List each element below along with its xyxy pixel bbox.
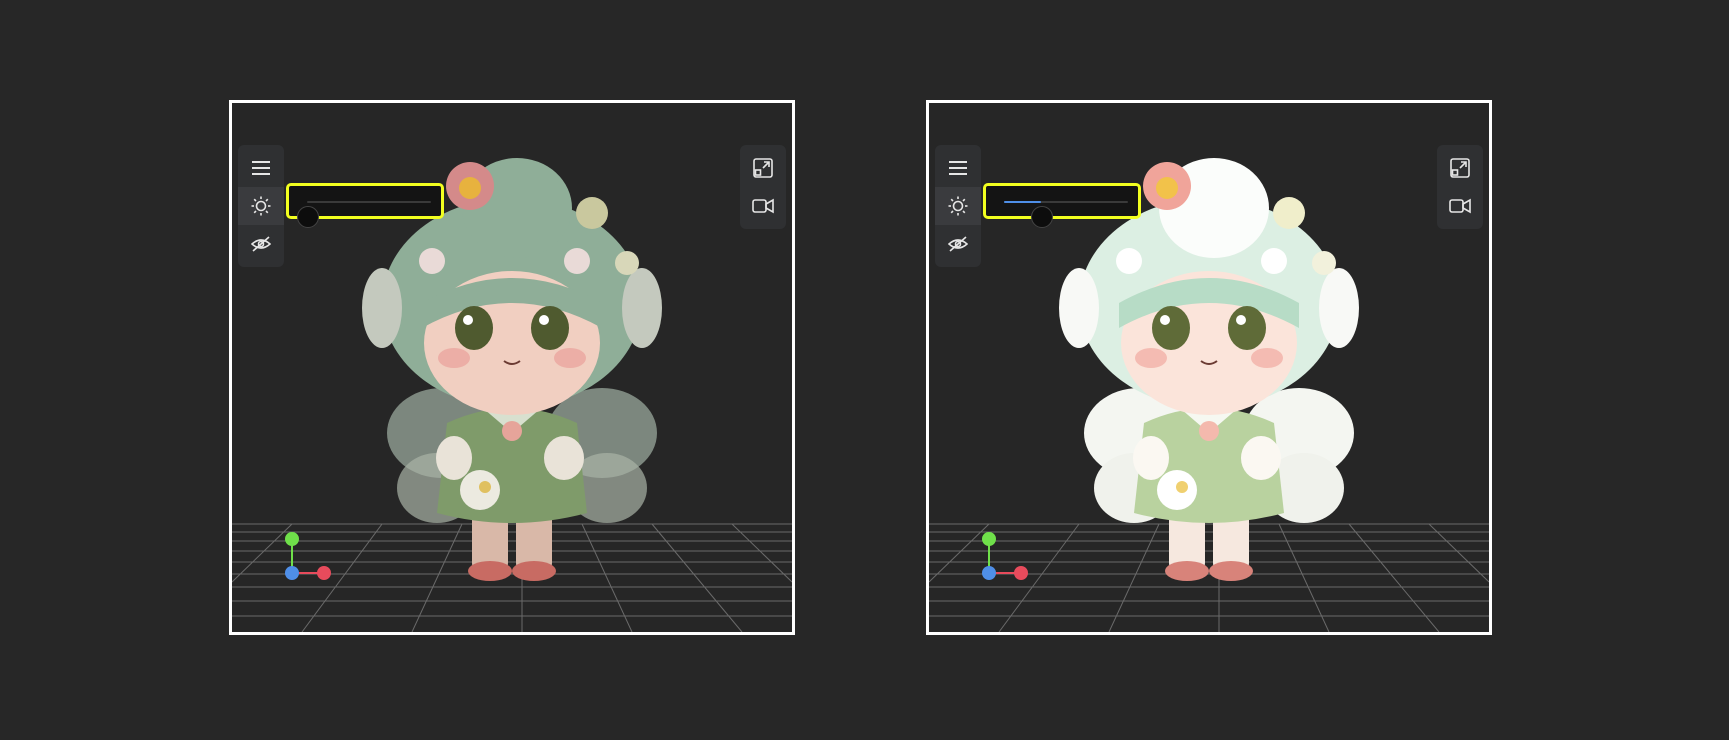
slider-thumb[interactable] (297, 206, 319, 228)
axis-y-handle (285, 532, 299, 546)
axis-x-handle (317, 566, 331, 580)
slider-fill (1004, 201, 1042, 203)
menu-icon (949, 161, 967, 175)
record-button[interactable] (1437, 187, 1483, 225)
record-button[interactable] (740, 187, 786, 225)
slider-track[interactable] (297, 201, 431, 228)
lighting-button[interactable] (238, 187, 284, 225)
lighting-button[interactable] (935, 187, 981, 225)
axis-gizmo (285, 532, 331, 580)
sun-icon (948, 196, 968, 216)
video-camera-icon (1449, 198, 1471, 214)
light-intensity-slider[interactable] (983, 183, 1141, 228)
viewport-right[interactable] (926, 100, 1492, 635)
eye-off-icon (251, 236, 271, 252)
axis-y-handle (982, 532, 996, 546)
slider-track[interactable] (1004, 201, 1128, 228)
axis-gizmo (982, 532, 1028, 580)
right-toolbar (740, 145, 786, 229)
video-camera-icon (752, 198, 774, 214)
left-toolbar (935, 145, 981, 267)
expand-icon (1450, 158, 1470, 178)
sun-icon (251, 196, 271, 216)
axis-x-handle (1014, 566, 1028, 580)
right-toolbar (1437, 145, 1483, 229)
viewport-left[interactable] (229, 100, 795, 635)
eye-off-icon (948, 236, 968, 252)
menu-icon (252, 161, 270, 175)
axis-z-handle (285, 566, 299, 580)
left-toolbar (238, 145, 284, 267)
light-intensity-slider[interactable] (286, 183, 444, 228)
fullscreen-button[interactable] (1437, 149, 1483, 187)
visibility-button[interactable] (935, 225, 981, 263)
expand-icon (753, 158, 773, 178)
axis-z-handle (982, 566, 996, 580)
menu-button[interactable] (238, 149, 284, 187)
menu-button[interactable] (935, 149, 981, 187)
visibility-button[interactable] (238, 225, 284, 263)
fullscreen-button[interactable] (740, 149, 786, 187)
